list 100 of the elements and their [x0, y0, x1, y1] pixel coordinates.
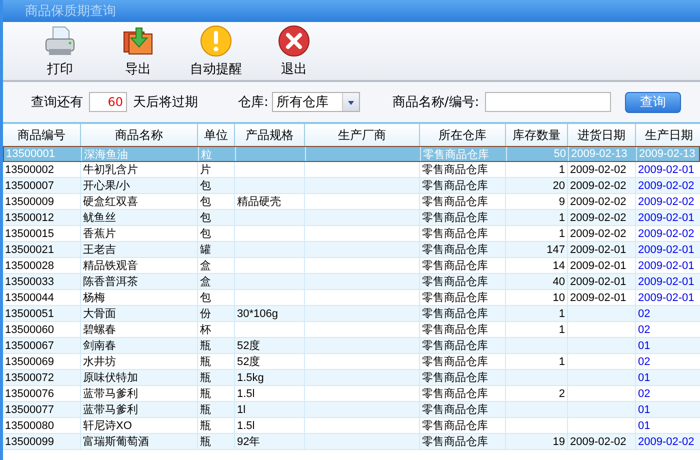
table-cell: 2009-02-02: [638, 196, 694, 208]
table-cell-text: 零售商品仓库: [422, 226, 488, 241]
table-cell: 50: [554, 148, 566, 160]
printer-icon: [43, 24, 77, 58]
table-cell: 13500009: [5, 196, 54, 208]
table-row[interactable]: 13500028 精品铁观音 盒 零售商品仓库 14 2009-02-01 2009-02-01: [3, 258, 700, 274]
table-cell-text: 杯: [200, 323, 211, 337]
table-cell: 1.5kg: [237, 372, 264, 384]
toolbar-button[interactable]: 打印: [21, 24, 99, 78]
table-cell: 1: [558, 356, 565, 368]
table-cell: 13500044: [5, 292, 54, 304]
table-row[interactable]: 13500051 大骨面 份 30*106g 零售商品仓库 1 02: [3, 306, 700, 322]
table-row[interactable]: 13500015 香蕉片 包 零售商品仓库 1 2009-02-02 2009-02-02: [3, 226, 700, 242]
table-cell: 2009-02-01: [570, 276, 626, 288]
table-cell-text: 零售商品仓库: [422, 210, 488, 225]
table-cell: 2009-02-13: [571, 148, 628, 160]
table-cell: 01: [638, 404, 650, 416]
table-cell-text: 零售商品仓库: [422, 386, 488, 401]
table-cell: 01: [638, 372, 650, 384]
table-cell-text: 零售商品仓库: [422, 338, 488, 353]
table-cell-text: 零售商品仓库: [423, 148, 489, 162]
table-cell-text: 瓶: [200, 403, 211, 417]
caret-icon: [342, 93, 360, 111]
table-cell-text: 零售商品仓库: [422, 274, 488, 289]
table-row[interactable]: 13500012 鱿鱼丝 包 零售商品仓库 1 2009-02-02 2009-02-01: [3, 210, 700, 226]
table-cell: 1: [558, 324, 565, 336]
table-row[interactable]: 13500002 牛初乳含片 片 零售商品仓库 1 2009-02-02 2009-02-01: [3, 162, 700, 178]
table-cell: 2009-02-02: [570, 180, 626, 192]
table-cell: 2009-02-02: [570, 212, 626, 224]
table-row[interactable]: 13500080 轩尼诗XO 瓶 1.5l 零售商品仓库 01: [3, 418, 700, 434]
table-cell-text: 零售商品仓库: [422, 434, 488, 449]
days-field[interactable]: 60: [89, 92, 127, 112]
table-cell: 14: [552, 260, 565, 272]
table-cell: 1l: [237, 404, 246, 416]
table-cell: 13500077: [5, 404, 54, 416]
table-cell-text: 牛初乳含片: [83, 162, 138, 177]
table-row[interactable]: 13500060 碧螺春 杯 零售商品仓库 1 02: [3, 322, 700, 338]
close-icon: [277, 24, 311, 58]
table-cell-text: 原味伏特加: [83, 371, 138, 385]
search-field[interactable]: [485, 92, 612, 112]
table-cell: 2009-02-02: [638, 180, 694, 192]
table-cell: 2009-02-02: [570, 196, 626, 208]
table-cell: 01: [638, 340, 650, 352]
table-row[interactable]: 13500099 富瑞斯葡萄酒 瓶 92年 零售商品仓库 19 2009-02-02 2009-02-02: [3, 434, 700, 450]
table-cell-text: 包: [200, 291, 211, 305]
table-cell: 1: [558, 228, 565, 240]
toolbar-button[interactable]: 退出: [255, 24, 333, 78]
table-row[interactable]: 13500072 原味伏特加 瓶 1.5kg 零售商品仓库 01: [3, 370, 700, 386]
table-cell-text: 包: [200, 195, 211, 209]
table-cell-text: 碧螺春: [83, 322, 116, 337]
table-cell: 2009-02-01: [638, 276, 694, 288]
table-cell-text: 硬盒红双喜: [83, 195, 138, 209]
table-cell-text: 剑南春: [83, 339, 116, 353]
table-cell: 1.5l: [237, 420, 255, 432]
table-cell-text: 瓶: [200, 355, 211, 369]
table-cell: 02: [638, 388, 650, 400]
table-row[interactable]: 13500077 蓝带马爹利 瓶 1l 零售商品仓库 01: [3, 402, 700, 418]
table-cell: 13500060: [5, 324, 54, 336]
table-cell-text: 零售商品仓库: [422, 306, 488, 321]
table-row[interactable]: 13500021 王老吉 罐 零售商品仓库 147 2009-02-01 2009-02-01: [3, 242, 700, 258]
table-cell: 10: [552, 292, 565, 304]
table-cell: 13500072: [5, 372, 54, 384]
table-row[interactable]: 13500076 蓝带马爹利 瓶 1.5l 零售商品仓库 2 02: [3, 386, 700, 402]
table-cell: 147: [546, 244, 565, 256]
table-cell-text: 罐: [200, 243, 211, 257]
table-row[interactable]: 13500033 陈香普洱茶 盒 零售商品仓库 40 2009-02-01 2009-02-01: [3, 274, 700, 290]
table-cell-text: 蓝带马爹利: [83, 387, 138, 401]
table-cell: 20: [552, 180, 565, 192]
table-cell: 13500080: [5, 420, 54, 432]
table-cell-text: 盒: [200, 275, 211, 289]
table-row[interactable]: 13500067 剑南春 瓶 52度 零售商品仓库 01: [3, 338, 700, 354]
table-cell: 1: [558, 308, 565, 320]
table-cell-text: 水井坊: [83, 354, 116, 369]
table-row[interactable]: 13500007 开心果/小 包 零售商品仓库 20 2009-02-02 2009-02-02: [3, 178, 700, 194]
table-cell: 40: [552, 276, 565, 288]
table-cell-text: 富瑞斯葡萄酒: [83, 434, 149, 449]
table-cell: 2009-02-01: [638, 212, 694, 224]
table-cell-text: 深海鱼油: [84, 148, 128, 162]
table-cell-text: 零售商品仓库: [422, 402, 488, 417]
table-cell-text: 瓶: [200, 419, 211, 433]
table-row[interactable]: 13500044 杨梅 包 零售商品仓库 10 2009-02-01 2009-02-01: [3, 290, 700, 306]
table-cell-text: 份: [200, 307, 211, 321]
toolbar-button[interactable]: 自动提醒: [177, 24, 255, 78]
table-cell: 13500067: [5, 340, 54, 352]
table-cell-text: 粒: [201, 148, 212, 162]
table-cell: 13500033: [5, 276, 54, 288]
table-cell: 2009-02-01: [638, 164, 694, 176]
table-row[interactable]: 13500069 水井坊 瓶 52度 零售商品仓库 1 02: [3, 354, 700, 370]
table-cell: 13500012: [5, 212, 54, 224]
table-cell: 1: [558, 164, 565, 176]
table-cell-text: 片: [200, 163, 211, 177]
table-row[interactable]: 13500009 硬盒红双喜 包 精品硬壳 零售商品仓库 9 2009-02-02 2009-02-02: [3, 194, 700, 210]
table-cell-text: 包: [200, 227, 211, 241]
table-cell-text: 瓶: [200, 339, 211, 353]
toolbar-button[interactable]: 导出: [99, 24, 177, 78]
table-cell-text: 鱿鱼丝: [83, 211, 116, 225]
days-suffix: 天后将过期: [133, 94, 198, 111]
table-cell: 1: [558, 212, 565, 224]
warehouse-dropdown[interactable]: 所有仓库: [272, 92, 360, 112]
table-cell-text: 盒: [200, 259, 211, 273]
